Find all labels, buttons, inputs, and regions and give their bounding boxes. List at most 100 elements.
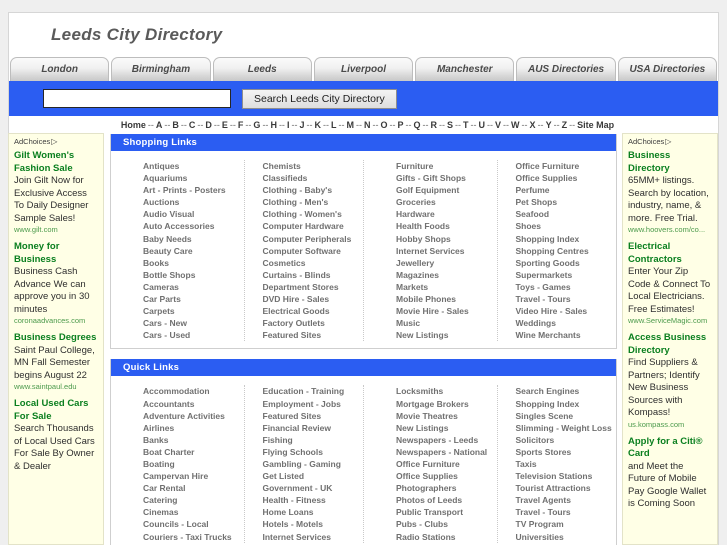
- category-link[interactable]: Auctions: [143, 196, 244, 208]
- adchoices-label-left[interactable]: AdChoices▷: [14, 137, 99, 146]
- ad-title-link[interactable]: Local Used Cars For Sale: [14, 398, 99, 423]
- category-link[interactable]: Boating: [143, 458, 244, 470]
- category-link[interactable]: Government - UK: [263, 482, 364, 494]
- category-link[interactable]: Travel - Tours: [516, 293, 617, 305]
- ad-url[interactable]: www.hoovers.com/co...: [628, 225, 713, 235]
- category-link[interactable]: Accommodation: [143, 385, 244, 397]
- category-link[interactable]: New Listings: [396, 329, 497, 341]
- category-link[interactable]: Audio Visual: [143, 208, 244, 220]
- category-link[interactable]: Chemists: [263, 160, 364, 172]
- category-link[interactable]: Shopping Index: [516, 398, 617, 410]
- category-link[interactable]: Music: [396, 317, 497, 329]
- category-link[interactable]: Weddings: [516, 317, 617, 329]
- category-link[interactable]: Cosmetics: [263, 257, 364, 269]
- category-link[interactable]: Search Engines: [516, 385, 617, 397]
- category-link[interactable]: Department Stores: [263, 281, 364, 293]
- category-link[interactable]: Featured Sites: [263, 329, 364, 341]
- category-link[interactable]: Internet Services: [396, 245, 497, 257]
- alphabet-link-a[interactable]: A: [156, 120, 163, 130]
- category-link[interactable]: Hobby Shops: [396, 233, 497, 245]
- category-link[interactable]: Health Foods: [396, 220, 497, 232]
- category-link[interactable]: Mortgage Brokers: [396, 398, 497, 410]
- alphabet-link-r[interactable]: R: [431, 120, 438, 130]
- category-link[interactable]: Tourist Attractions: [516, 482, 617, 494]
- category-link[interactable]: Clothing - Baby's: [263, 184, 364, 196]
- tab-manchester[interactable]: Manchester: [415, 57, 515, 81]
- category-link[interactable]: Movie Hire - Sales: [396, 305, 497, 317]
- category-link[interactable]: Airlines: [143, 422, 244, 434]
- category-link[interactable]: Public Transport: [396, 506, 497, 518]
- tab-london[interactable]: London: [10, 57, 110, 81]
- ad-url[interactable]: coronaadvances.com: [14, 316, 99, 326]
- alphabet-link-z[interactable]: Z: [562, 120, 568, 130]
- alphabet-link-w[interactable]: W: [511, 120, 520, 130]
- category-link[interactable]: New Listings: [396, 422, 497, 434]
- tab-aus-directories[interactable]: AUS Directories: [516, 57, 616, 81]
- category-link[interactable]: Couriers - Taxi Trucks: [143, 531, 244, 543]
- category-link[interactable]: Supermarkets: [516, 269, 617, 281]
- category-link[interactable]: Health - Fitness: [263, 494, 364, 506]
- category-link[interactable]: Cameras: [143, 281, 244, 293]
- category-link[interactable]: Bottle Shops: [143, 269, 244, 281]
- category-link[interactable]: Shopping Centres: [516, 245, 617, 257]
- category-link[interactable]: Sports Stores: [516, 446, 617, 458]
- category-link[interactable]: Hotels - Motels: [263, 518, 364, 530]
- alphabet-link-l[interactable]: L: [331, 120, 337, 130]
- category-link[interactable]: Jewellery: [396, 257, 497, 269]
- category-link[interactable]: Television Stations: [516, 470, 617, 482]
- category-link[interactable]: Get Listed: [263, 470, 364, 482]
- category-link[interactable]: Office Furniture: [516, 160, 617, 172]
- ad-url[interactable]: us.kompass.com: [628, 420, 713, 430]
- category-link[interactable]: Car Rental: [143, 482, 244, 494]
- category-link[interactable]: Cinemas: [143, 506, 244, 518]
- adchoices-label-right[interactable]: AdChoices▷: [628, 137, 713, 146]
- category-link[interactable]: Furniture: [396, 160, 497, 172]
- alphabet-link-y[interactable]: Y: [546, 120, 552, 130]
- alphabet-link-home[interactable]: Home: [121, 120, 146, 130]
- category-link[interactable]: Taxis: [516, 458, 617, 470]
- category-link[interactable]: Solicitors: [516, 434, 617, 446]
- category-link[interactable]: Education - Training: [263, 385, 364, 397]
- category-link[interactable]: Computer Hardware: [263, 220, 364, 232]
- category-link[interactable]: Clothing - Women's: [263, 208, 364, 220]
- category-link[interactable]: Pet Shops: [516, 196, 617, 208]
- category-link[interactable]: Auto Accessories: [143, 220, 244, 232]
- category-link[interactable]: Flying Schools: [263, 446, 364, 458]
- category-link[interactable]: Office Furniture: [396, 458, 497, 470]
- ad-title-link[interactable]: Money for Business: [14, 241, 99, 266]
- category-link[interactable]: Video Hire - Sales: [516, 305, 617, 317]
- alphabet-link-o[interactable]: O: [380, 120, 387, 130]
- category-link[interactable]: Sporting Goods: [516, 257, 617, 269]
- alphabet-link-m[interactable]: M: [346, 120, 354, 130]
- alphabet-link-site-map[interactable]: Site Map: [577, 120, 614, 130]
- alphabet-link-f[interactable]: F: [238, 120, 244, 130]
- category-link[interactable]: Beauty Care: [143, 245, 244, 257]
- alphabet-link-d[interactable]: D: [205, 120, 212, 130]
- category-link[interactable]: Antiques: [143, 160, 244, 172]
- category-link[interactable]: Magazines: [396, 269, 497, 281]
- ad-title-link[interactable]: Business Directory: [628, 150, 713, 175]
- category-link[interactable]: Markets: [396, 281, 497, 293]
- category-link[interactable]: Movie Theatres: [396, 410, 497, 422]
- category-link[interactable]: Locksmiths: [396, 385, 497, 397]
- category-link[interactable]: Clothing - Men's: [263, 196, 364, 208]
- category-link[interactable]: Campervan Hire: [143, 470, 244, 482]
- alphabet-link-h[interactable]: H: [270, 120, 277, 130]
- category-link[interactable]: Home Loans: [263, 506, 364, 518]
- alphabet-link-u[interactable]: U: [479, 120, 486, 130]
- category-link[interactable]: DVD Hire - Sales: [263, 293, 364, 305]
- category-link[interactable]: Classifieds: [263, 172, 364, 184]
- search-button[interactable]: Search Leeds City Directory: [242, 88, 397, 109]
- category-link[interactable]: Cars - New: [143, 317, 244, 329]
- category-link[interactable]: Car Parts: [143, 293, 244, 305]
- category-link[interactable]: Curtains - Blinds: [263, 269, 364, 281]
- category-link[interactable]: Boat Charter: [143, 446, 244, 458]
- search-input[interactable]: [43, 89, 231, 108]
- category-link[interactable]: Carpets: [143, 305, 244, 317]
- category-link[interactable]: Books: [143, 257, 244, 269]
- category-link[interactable]: Photographers: [396, 482, 497, 494]
- alphabet-link-s[interactable]: S: [447, 120, 453, 130]
- ad-url[interactable]: www.gilt.com: [14, 225, 99, 235]
- category-link[interactable]: Employment - Jobs: [263, 398, 364, 410]
- category-link[interactable]: Gifts - Gift Shops: [396, 172, 497, 184]
